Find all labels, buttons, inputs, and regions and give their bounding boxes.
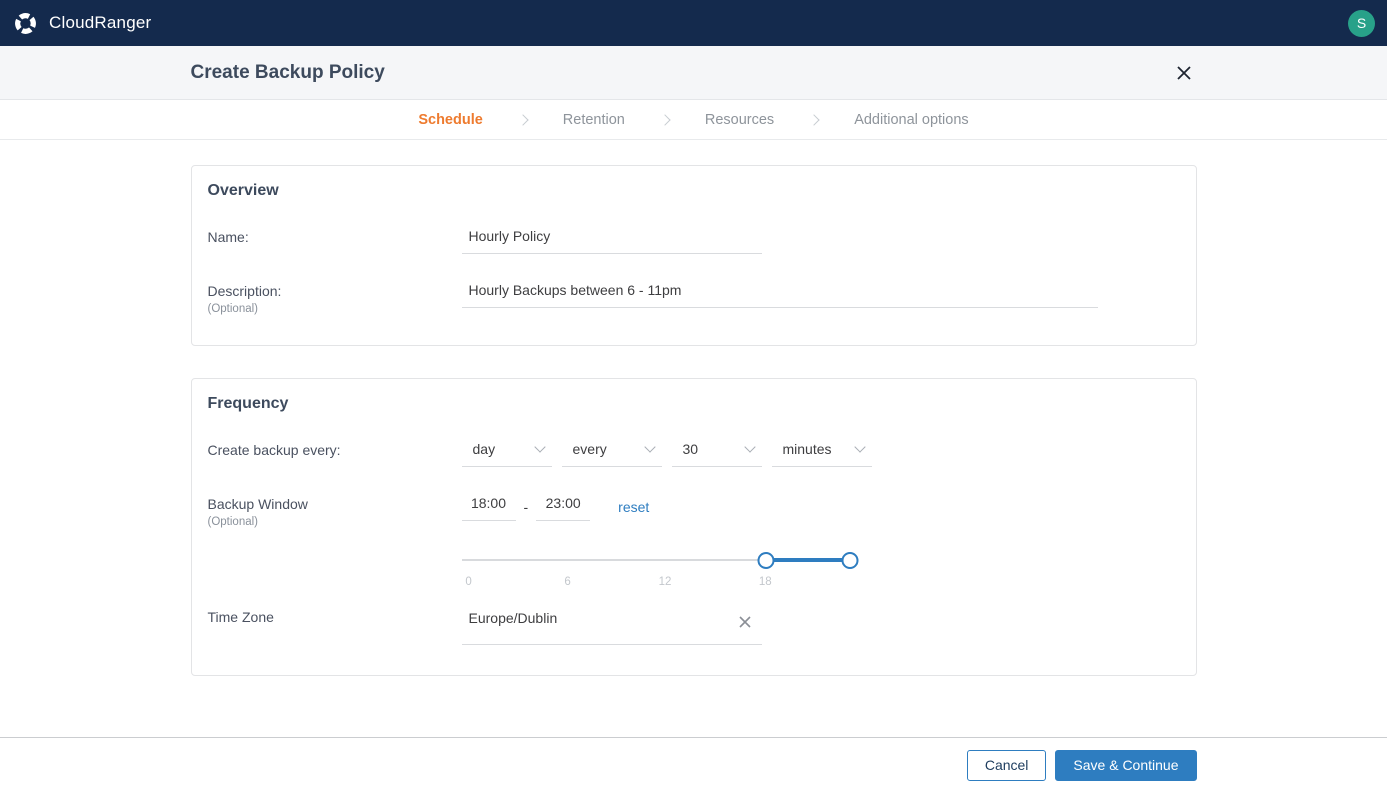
slider-tick-0: 0 — [465, 576, 472, 588]
description-label: Description: — [207, 283, 282, 299]
overview-card: Overview Name: Description: (Optional) — [190, 165, 1197, 346]
timezone-field — [461, 606, 762, 645]
modal-body: Overview Name: Description: (Optional) F… — [0, 140, 1387, 737]
interval-granularity-value: minutes — [782, 441, 832, 457]
interval-count-select[interactable]: 30 — [671, 439, 762, 467]
close-button[interactable] — [1174, 63, 1194, 83]
timezone-label: Time Zone — [207, 609, 274, 625]
step-resources[interactable]: Resources — [705, 112, 774, 128]
interval-granularity-select[interactable]: minutes — [771, 439, 872, 467]
timezone-input[interactable] — [461, 608, 736, 635]
chevron-down-icon — [853, 441, 866, 453]
overview-heading: Overview — [207, 182, 279, 199]
name-input[interactable] — [461, 226, 762, 254]
description-input[interactable] — [461, 280, 1098, 308]
step-additional-options[interactable]: Additional options — [854, 112, 968, 128]
description-optional-hint: (Optional) — [207, 303, 259, 315]
chevron-right-icon — [517, 114, 529, 126]
interval-mode-select[interactable]: every — [561, 439, 662, 467]
modal-header: Create Backup Policy — [0, 46, 1387, 100]
backup-window-slider-row: 0 6 12 18 — [208, 538, 1180, 592]
create-backup-every-row: Create backup every: day every 30 minute… — [208, 439, 1180, 467]
save-continue-button[interactable]: Save & Continue — [1055, 749, 1197, 781]
slider-start-handle[interactable] — [757, 552, 775, 569]
slider-tick-12: 12 — [658, 576, 672, 588]
frequency-card: Frequency Create backup every: day every… — [190, 378, 1197, 676]
interval-unit-value: day — [472, 441, 496, 457]
chevron-down-icon — [533, 441, 546, 453]
create-backup-every-label: Create backup every: — [207, 442, 341, 458]
slider-selected-range — [766, 558, 850, 562]
reset-window-link[interactable]: reset — [618, 499, 649, 515]
interval-count-value: 30 — [682, 441, 699, 457]
timezone-clear-button[interactable] — [736, 615, 754, 629]
slider-tick-6: 6 — [564, 576, 571, 588]
window-start-input[interactable] — [461, 493, 516, 521]
window-range-separator: - — [523, 499, 529, 515]
backup-window-slider: 0 6 12 18 — [461, 546, 859, 592]
slider-end-handle[interactable] — [841, 552, 859, 569]
chevron-down-icon — [643, 441, 656, 453]
pinwheel-logo-icon — [15, 12, 36, 34]
clear-x-icon — [738, 615, 751, 628]
wizard-steps: Schedule Retention Resources Additional … — [0, 100, 1387, 140]
chevron-right-icon — [659, 114, 671, 126]
modal-footer: Cancel Save & Continue — [0, 737, 1387, 792]
backup-window-row: Backup Window (Optional) - reset — [208, 493, 1180, 528]
name-row: Name: — [208, 226, 1180, 254]
step-schedule[interactable]: Schedule — [418, 112, 482, 128]
cancel-button[interactable]: Cancel — [966, 749, 1047, 781]
brand-name: CloudRanger — [49, 13, 152, 32]
top-navbar: CloudRanger S — [0, 0, 1387, 46]
slider-tick-18: 18 — [758, 576, 772, 588]
brand-logo[interactable]: CloudRanger — [13, 11, 151, 36]
description-row: Description: (Optional) — [208, 280, 1180, 315]
timezone-row: Time Zone — [208, 606, 1180, 645]
backup-window-label: Backup Window — [207, 496, 308, 512]
avatar-initial: S — [1356, 15, 1367, 31]
page-title: Create Backup Policy — [190, 61, 385, 83]
interval-unit-select[interactable]: day — [461, 439, 552, 467]
chevron-down-icon — [743, 441, 756, 453]
chevron-right-icon — [808, 114, 820, 126]
user-avatar[interactable]: S — [1348, 9, 1375, 37]
step-retention[interactable]: Retention — [563, 112, 625, 128]
interval-mode-value: every — [572, 441, 607, 457]
backup-window-optional-hint: (Optional) — [207, 516, 259, 528]
window-end-input[interactable] — [536, 493, 591, 521]
close-icon — [1176, 65, 1191, 80]
name-label: Name: — [207, 229, 249, 245]
frequency-heading: Frequency — [207, 395, 289, 412]
